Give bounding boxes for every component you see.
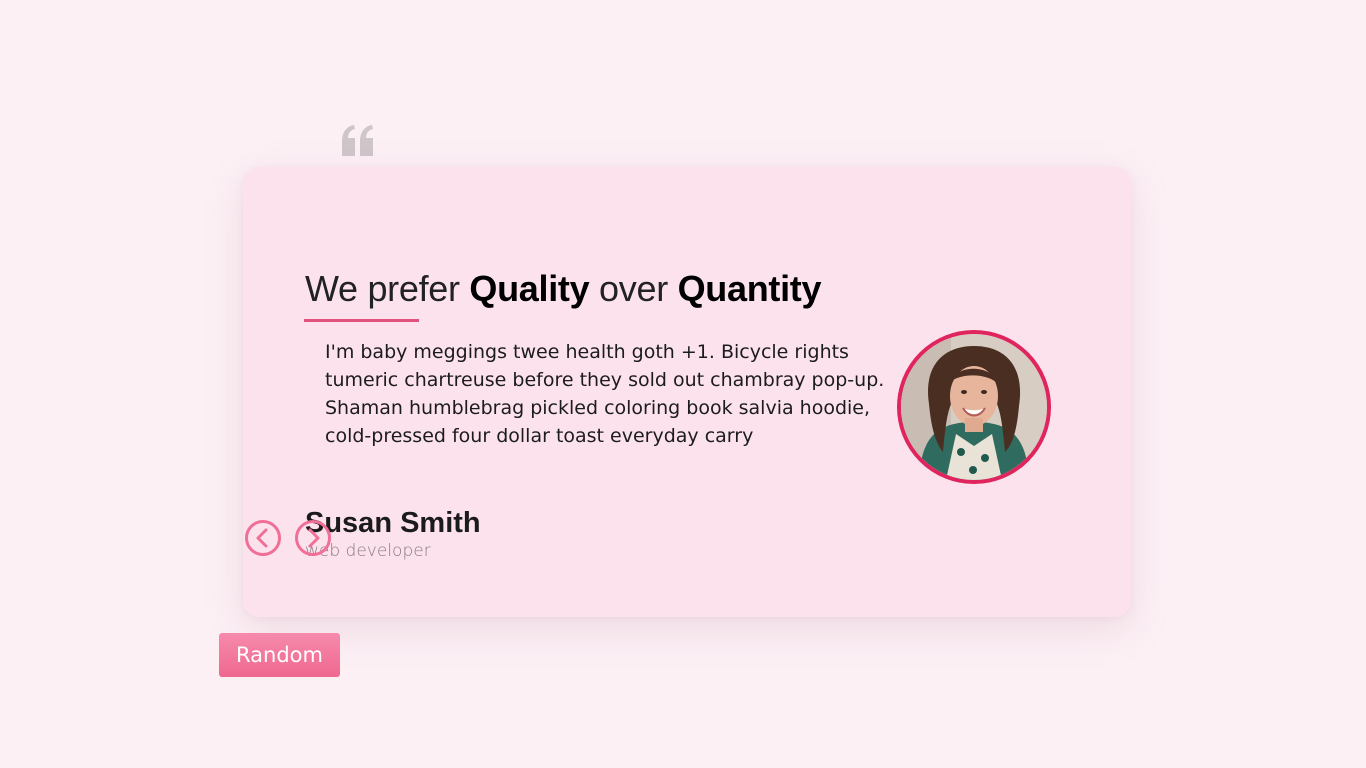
title-underline (304, 319, 419, 322)
chevron-right-icon (308, 528, 320, 548)
chevron-left-icon (256, 528, 268, 548)
title-quantity: Quantity (677, 268, 822, 309)
avatar-portrait (901, 334, 1047, 480)
review-text: I'm baby meggings twee health goth +1. B… (325, 341, 885, 447)
prev-button[interactable] (245, 520, 281, 556)
title-middle: over (589, 268, 678, 309)
review-page: We prefer Quality over Quantity I'm baby… (0, 0, 1366, 768)
review-title: We prefer Quality over Quantity (305, 268, 822, 310)
next-button[interactable] (295, 520, 331, 556)
reviewer-name: Susan Smith (305, 507, 481, 539)
avatar (897, 330, 1051, 484)
random-button[interactable]: Random (219, 633, 340, 677)
quote-left-icon (342, 125, 373, 156)
title-prefix: We prefer (305, 268, 470, 309)
title-quality: Quality (469, 268, 590, 309)
